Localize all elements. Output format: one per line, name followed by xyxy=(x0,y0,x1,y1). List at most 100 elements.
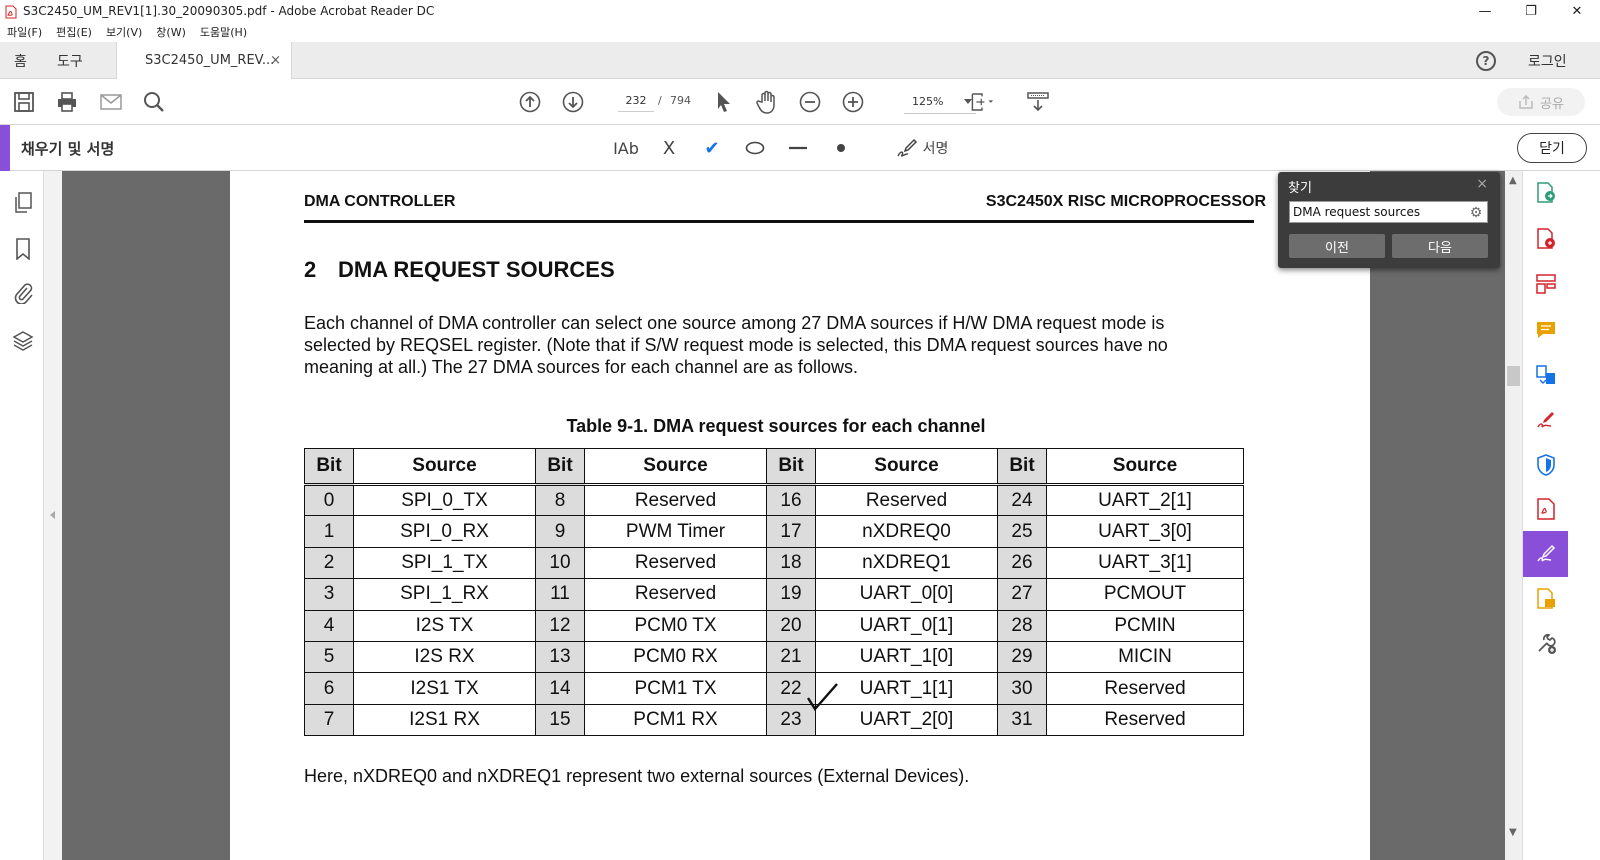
source-cell: PWM Timer xyxy=(584,515,767,548)
pdf-pro-icon[interactable] xyxy=(1534,497,1558,521)
tab-tools[interactable]: 도구 xyxy=(57,42,83,79)
scroll-down-icon[interactable]: ▼ xyxy=(1509,827,1517,838)
source-cell: PCMIN xyxy=(1046,609,1244,642)
add-text-tool[interactable]: IAb xyxy=(612,135,640,161)
bit-cell: 18 xyxy=(766,546,816,580)
hand-tool-icon[interactable] xyxy=(755,90,779,114)
protect-icon[interactable] xyxy=(1534,453,1558,477)
source-cell: PCM0 RX xyxy=(584,640,767,674)
close-fill-sign-button[interactable]: 닫기 xyxy=(1517,133,1587,163)
find-close-icon[interactable]: × xyxy=(1476,176,1488,192)
comment-icon[interactable] xyxy=(1534,318,1558,342)
bit-cell: 24 xyxy=(997,482,1047,517)
bookmark-icon[interactable] xyxy=(11,237,35,261)
find-next-button[interactable]: 다음 xyxy=(1392,234,1488,258)
edit-pdf-icon[interactable] xyxy=(1534,272,1558,296)
find-previous-button[interactable]: 이전 xyxy=(1289,234,1385,258)
previous-page-icon[interactable] xyxy=(518,90,542,114)
window-edge xyxy=(1568,171,1600,860)
login-button[interactable]: 로그인 xyxy=(1528,42,1567,79)
header-rule xyxy=(304,220,1254,223)
sign-button[interactable]: 서명 xyxy=(893,135,951,161)
print-icon[interactable] xyxy=(55,90,79,114)
email-icon[interactable] xyxy=(99,90,123,114)
circle-tool[interactable] xyxy=(744,135,766,161)
bit-cell: 19 xyxy=(766,578,816,611)
source-cell: nXDREQ1 xyxy=(815,546,998,580)
cross-mark-tool[interactable]: X xyxy=(658,135,680,161)
find-input[interactable] xyxy=(1289,201,1488,223)
source-cell: nXDREQ0 xyxy=(815,515,998,548)
header-bit: Bit xyxy=(766,448,816,485)
restore-button[interactable]: ❐ xyxy=(1508,0,1554,22)
search-icon[interactable] xyxy=(142,90,166,114)
find-title: 찾기 xyxy=(1288,181,1312,196)
zoom-out-icon[interactable] xyxy=(798,90,822,114)
source-cell: Reserved xyxy=(1046,703,1244,737)
bit-cell: 29 xyxy=(997,640,1047,674)
section-heading: 2 DMA REQUEST SOURCES xyxy=(304,257,615,283)
scroll-thumb[interactable] xyxy=(1507,366,1520,386)
menu-file[interactable]: 파일(F) xyxy=(7,24,42,40)
document-viewport[interactable]: DMA CONTROLLER S3C2450X RISC MICROPROCES… xyxy=(62,171,1522,860)
source-cell: I2S1 TX xyxy=(353,672,536,705)
find-panel: 찾기 × ⚙ 이전 다음 xyxy=(1278,172,1500,268)
fill-sign-accent xyxy=(0,125,10,171)
source-cell: UART_2[1] xyxy=(1046,482,1244,517)
vertical-scrollbar[interactable]: ▲ ▼ xyxy=(1505,171,1522,860)
attachment-icon[interactable] xyxy=(11,281,35,305)
source-cell: UART_3[0] xyxy=(1046,515,1244,548)
menu-edit[interactable]: 편집(E) xyxy=(56,24,92,40)
next-page-icon[interactable] xyxy=(561,90,585,114)
source-cell: I2S1 RX xyxy=(353,703,536,737)
menu-help[interactable]: 도움말(H) xyxy=(200,24,247,40)
header-source: Source xyxy=(815,448,998,485)
share-button[interactable]: 공유 xyxy=(1497,88,1585,116)
export-pdf-icon[interactable] xyxy=(1534,181,1558,205)
scroll-mode-icon[interactable] xyxy=(1026,90,1050,114)
check-mark-annotation[interactable] xyxy=(806,682,840,712)
save-icon[interactable] xyxy=(12,90,36,114)
source-cell: Reserved xyxy=(815,482,998,517)
gear-icon[interactable]: ⚙ xyxy=(1468,205,1484,221)
menu-view[interactable]: 보기(V) xyxy=(106,24,142,40)
organize-pages-icon[interactable] xyxy=(1534,363,1558,387)
bit-cell: 4 xyxy=(304,609,354,642)
bit-cell: 16 xyxy=(766,482,816,517)
close-window-button[interactable]: ✕ xyxy=(1554,0,1600,22)
zoom-select[interactable]: 125% xyxy=(904,90,976,114)
dot-tool[interactable] xyxy=(830,135,852,161)
source-cell: UART_2[0] xyxy=(815,703,998,737)
send-for-review-icon[interactable] xyxy=(1534,587,1558,611)
minimize-button[interactable]: — xyxy=(1462,0,1508,22)
source-cell: PCM0 TX xyxy=(584,609,767,642)
bit-cell: 7 xyxy=(304,703,354,737)
more-tools-icon[interactable] xyxy=(1534,632,1558,656)
page-thumbnails-icon[interactable] xyxy=(11,191,35,215)
close-tab-icon[interactable]: × xyxy=(270,53,281,68)
fill-sign-label: 채우기 및 서명 xyxy=(21,140,115,158)
zoom-in-icon[interactable] xyxy=(841,90,865,114)
title-bar: S3C2450_UM_REV1[1].30_20090305.pdf - Ado… xyxy=(0,0,1600,22)
help-icon[interactable]: ? xyxy=(1476,51,1496,71)
request-signature-icon[interactable] xyxy=(1534,408,1558,432)
page-number-input[interactable] xyxy=(618,90,654,112)
source-cell: Reserved xyxy=(584,546,767,580)
tab-document[interactable]: S3C2450_UM_REV... × xyxy=(116,42,292,79)
layers-icon[interactable] xyxy=(11,329,35,353)
select-cursor-icon[interactable] xyxy=(712,90,736,114)
create-pdf-icon[interactable] xyxy=(1534,227,1558,251)
line-tool[interactable] xyxy=(787,135,809,161)
tab-home[interactable]: 홈 xyxy=(14,42,27,79)
page-total: 794 xyxy=(670,94,691,107)
bit-cell: 21 xyxy=(766,640,816,674)
document-tab-label: S3C2450_UM_REV... xyxy=(145,53,275,68)
zoom-value: 125% xyxy=(912,95,944,108)
fit-page-icon[interactable] xyxy=(970,90,994,114)
menu-window[interactable]: 창(W) xyxy=(156,24,186,40)
fill-sign-icon[interactable] xyxy=(1534,542,1558,566)
check-mark-tool[interactable]: ✔ xyxy=(701,135,723,161)
scroll-up-icon[interactable]: ▲ xyxy=(1509,175,1517,186)
source-cell: UART_3[1] xyxy=(1046,546,1244,580)
left-pane-collapse[interactable] xyxy=(44,171,62,860)
